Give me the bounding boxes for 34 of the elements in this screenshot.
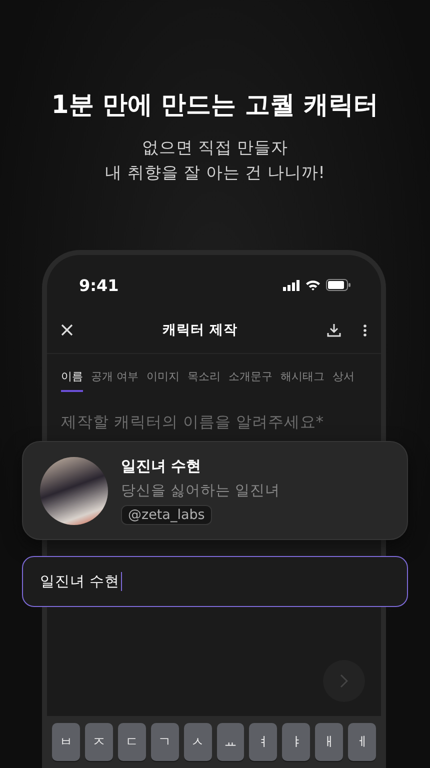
keyboard-key[interactable]: ㄷ <box>118 723 146 761</box>
keyboard-key[interactable]: ㅛ <box>216 723 244 761</box>
keyboard-key[interactable]: ㄱ <box>150 723 179 761</box>
creator-handle: @zeta_labs <box>121 504 212 524</box>
signal-icon <box>283 280 300 290</box>
tab[interactable]: 공개 여부 <box>91 362 138 392</box>
keyboard-key[interactable]: ㅅ <box>184 723 212 761</box>
wifi-icon <box>305 279 321 291</box>
name-input-field[interactable]: 일진녀 수현 <box>22 556 408 607</box>
keyboard-key[interactable]: ㅕ <box>249 723 278 761</box>
keyboard-key[interactable]: ㅐ <box>315 723 344 761</box>
tab[interactable]: 소개문구 <box>228 362 272 392</box>
keyboard-key[interactable]: ㅑ <box>282 723 310 761</box>
tab[interactable]: 목소리 <box>188 362 220 392</box>
keyboard-key[interactable]: ㅂ <box>52 723 80 761</box>
character-description: 당신을 싫어하는 일진녀 <box>121 482 280 500</box>
download-icon[interactable] <box>327 323 341 337</box>
subtitle-line: 내 취향을 잘 아는 건 나니까! <box>105 162 325 184</box>
keyboard-key[interactable]: ㅔ <box>348 723 376 761</box>
headline: 1분 만에 만드는 고퀄 캐릭터 <box>51 89 379 121</box>
battery-icon <box>326 279 351 291</box>
tab[interactable]: 이미지 <box>146 362 180 392</box>
tab[interactable]: 해시태그 <box>280 362 324 392</box>
tab[interactable]: 상서 <box>332 362 354 392</box>
chevron-icon <box>340 674 348 688</box>
close-icon[interactable] <box>61 324 73 336</box>
character-name: 일진녀 수현 <box>121 456 202 476</box>
name-prompt: 제작할 캐릭터의 이름을 알려주세요* <box>60 412 325 433</box>
subtitle-line: 없으면 직접 만들자 <box>140 137 290 159</box>
keyboard-key[interactable]: ㅈ <box>84 723 113 761</box>
screen-title: 캐릭터 제작 <box>162 321 238 339</box>
tab[interactable]: 이름 <box>61 362 83 392</box>
status-time: 9:41 <box>79 276 119 294</box>
more-icon[interactable] <box>363 324 367 336</box>
